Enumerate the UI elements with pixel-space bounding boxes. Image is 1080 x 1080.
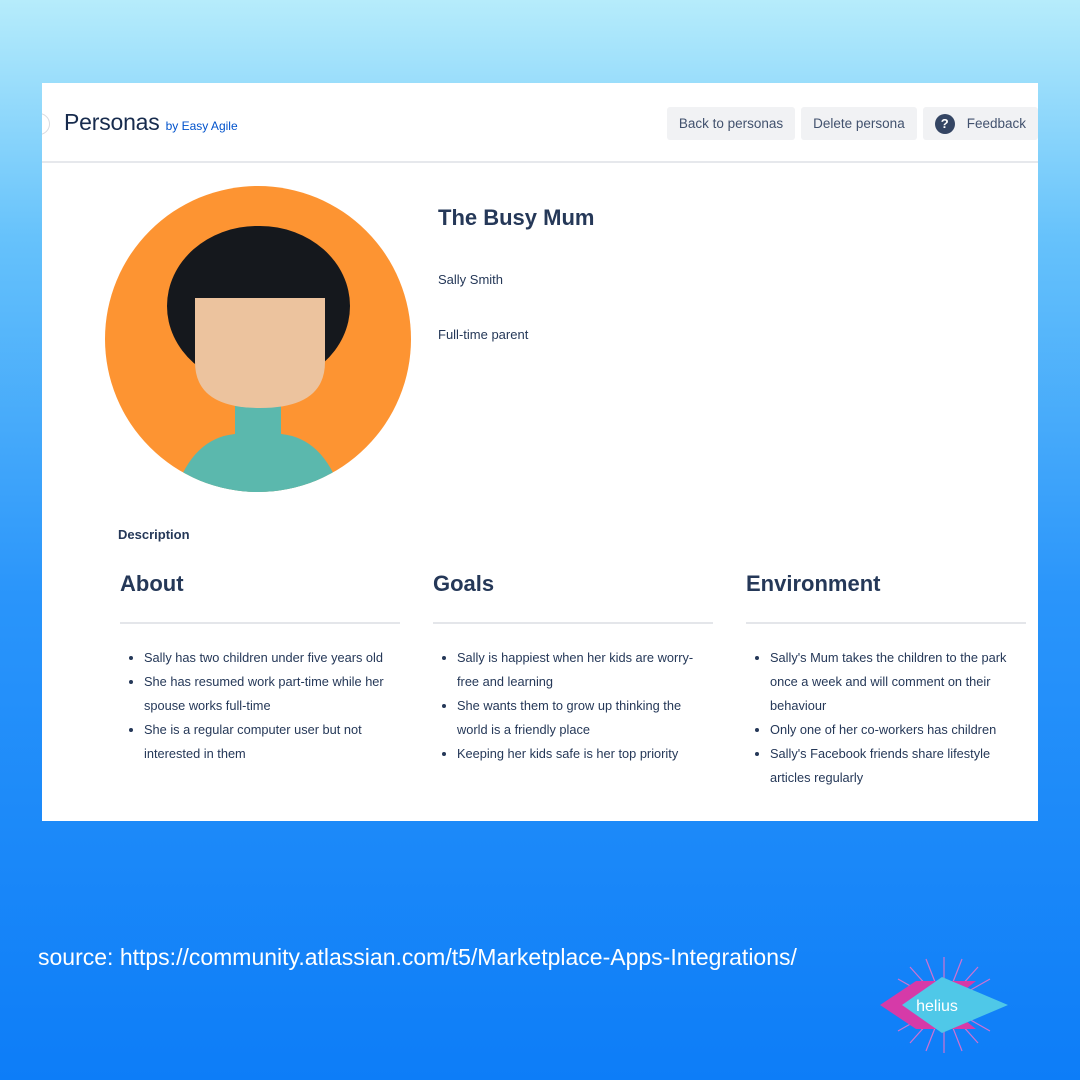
list-item: She has resumed work part-time while her… [144, 670, 400, 718]
goals-heading: Goals [433, 571, 713, 624]
environment-section: Environment Sally's Mum takes the childr… [746, 571, 1026, 790]
delete-persona-button[interactable]: Delete persona [801, 107, 917, 140]
list-item: Sally's Mum takes the children to the pa… [770, 646, 1026, 718]
environment-heading: Environment [746, 571, 1026, 624]
about-section: About Sally has two children under five … [120, 571, 400, 766]
list-item: Sally has two children under five years … [144, 646, 400, 670]
back-to-personas-label: Back to personas [678, 116, 784, 131]
list-item: Sally's Facebook friends share lifestyle… [770, 742, 1026, 790]
persona-role: Full-time parent [438, 327, 529, 342]
sidebar-toggle[interactable] [42, 113, 50, 135]
helius-logo: helius [880, 957, 1008, 1053]
about-heading: About [120, 571, 400, 624]
list-item: Only one of her co-workers has children [770, 718, 1026, 742]
about-list: Sally has two children under five years … [120, 646, 400, 766]
feedback-label: Feedback [966, 116, 1026, 131]
feedback-button[interactable]: ? Feedback [922, 107, 1038, 140]
app-brand[interactable]: Personas by Easy Agile [64, 109, 238, 136]
goals-list: Sally is happiest when her kids are worr… [433, 646, 713, 766]
logo-text: helius [916, 998, 958, 1015]
environment-list: Sally's Mum takes the children to the pa… [746, 646, 1026, 790]
app-subtitle: by Easy Agile [165, 119, 238, 133]
source-caption: source: https://community.atlassian.com/… [38, 944, 797, 970]
persona-avatar [105, 186, 411, 492]
list-item: She wants them to grow up thinking the w… [457, 694, 713, 742]
top-bar: Personas by Easy Agile Back to personas … [42, 83, 1038, 163]
persona-name: The Busy Mum [438, 205, 595, 230]
delete-persona-label: Delete persona [813, 116, 905, 131]
question-icon: ? [934, 113, 955, 134]
back-to-personas-button[interactable]: Back to personas [666, 107, 796, 140]
app-title: Personas [64, 109, 160, 135]
app-screenshot: Personas by Easy Agile Back to personas … [42, 83, 1038, 821]
goals-section: Goals Sally is happiest when her kids ar… [433, 571, 713, 766]
list-item: Keeping her kids safe is her top priorit… [457, 742, 713, 766]
persona-person: Sally Smith [438, 272, 504, 287]
toolbar: Back to personas Delete persona ? Feedba… [666, 107, 1038, 140]
description-label: Description [118, 527, 190, 542]
list-item: Sally is happiest when her kids are worr… [457, 646, 713, 694]
list-item: She is a regular computer user but not i… [144, 718, 400, 766]
